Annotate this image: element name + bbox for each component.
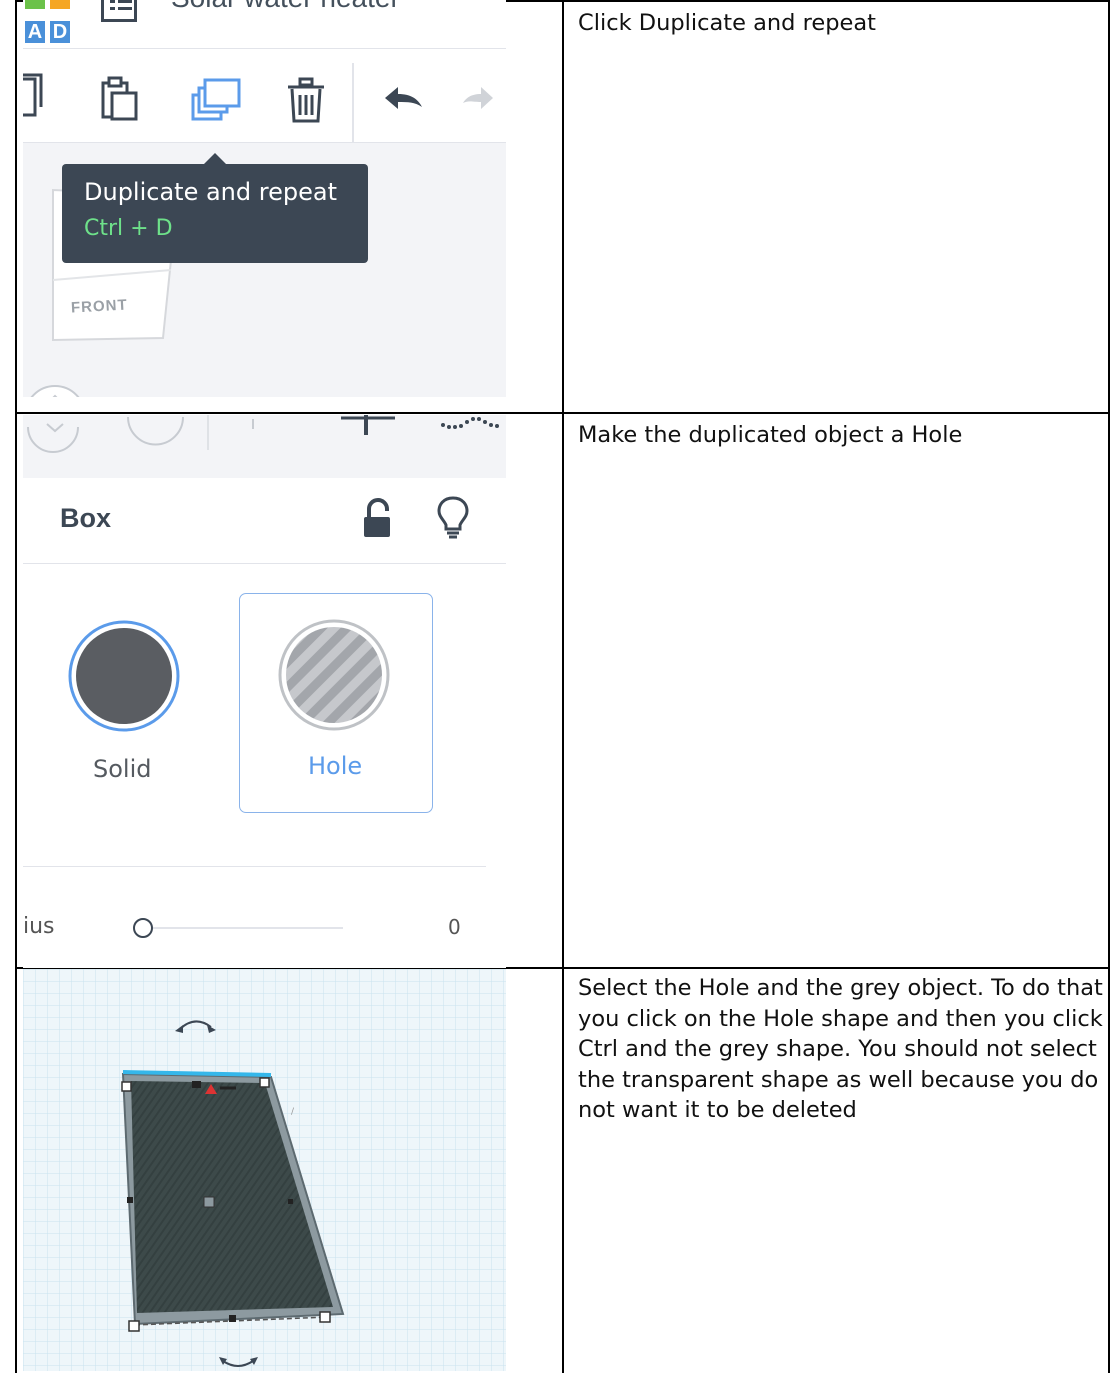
copy-icon[interactable] <box>23 73 43 117</box>
view-cube-label: FRONT <box>70 296 129 317</box>
logo-tile: D <box>50 21 70 43</box>
resize-handle[interactable] <box>121 1081 132 1092</box>
resize-handle[interactable] <box>259 1077 270 1088</box>
design-title[interactable]: Solar water heater <box>171 0 400 14</box>
hole-label: Hole <box>308 752 363 780</box>
edge-handle[interactable] <box>192 1081 201 1088</box>
header-divider <box>23 563 506 564</box>
resize-handle[interactable] <box>319 1311 331 1323</box>
zoom-in-icon[interactable] <box>27 423 79 453</box>
duplicate-icon[interactable] <box>191 78 241 121</box>
step-2-instruction: Make the duplicated object a Hole <box>578 422 963 448</box>
solid-swatch-icon <box>68 620 180 732</box>
view-controls-strip <box>23 415 506 478</box>
logo-tile <box>25 0 45 9</box>
logo-tile: A <box>25 21 45 43</box>
step-3-instruction: Select the Hole and the grey object. To … <box>578 975 1103 1123</box>
tooltip-shortcut: Ctrl + D <box>84 216 173 241</box>
radius-slider[interactable] <box>131 913 361 943</box>
undo-icon[interactable] <box>385 87 422 109</box>
table-border-left <box>15 0 17 1373</box>
resize-handle[interactable] <box>128 1320 140 1332</box>
section-divider <box>23 866 486 867</box>
center-handle[interactable] <box>203 1196 215 1208</box>
tooltip-arrow <box>204 153 226 164</box>
slider-thumb[interactable] <box>133 918 153 938</box>
tinkercad-logo: A D <box>23 0 75 46</box>
radius-label: ius <box>23 914 55 939</box>
edge-handle[interactable] <box>288 1199 293 1204</box>
design-list-icon[interactable] <box>101 0 137 22</box>
shape-name: Box <box>60 503 112 533</box>
paste-icon[interactable] <box>101 76 138 121</box>
solid-label: Solid <box>93 755 152 783</box>
redo-icon[interactable] <box>463 87 493 109</box>
table-border-middle <box>562 0 564 1373</box>
radius-value[interactable]: 0 <box>448 915 461 939</box>
hole-swatch-icon <box>278 619 390 731</box>
home-view-icon[interactable] <box>23 380 83 397</box>
zoom-out-icon[interactable] <box>127 416 184 446</box>
app-titlebar: A D Solar water heater <box>23 0 506 49</box>
screenshot-shape-inspector: Box Solid Hole ius 0 <box>23 415 506 968</box>
unlock-icon[interactable] <box>361 497 401 542</box>
screenshot-duplicate: A D Solar water heater <box>23 0 506 397</box>
hole-option[interactable]: Hole <box>239 593 433 813</box>
trash-icon[interactable] <box>288 77 324 123</box>
solid-option[interactable]: Solid <box>63 620 188 800</box>
ruler-icon[interactable] <box>441 417 499 429</box>
edge-handle[interactable] <box>127 1197 133 1203</box>
logo-tile <box>50 0 70 9</box>
step-1-instruction: Click Duplicate and repeat <box>578 10 876 36</box>
edit-toolbar <box>23 49 506 143</box>
screenshot-workplane: / <box>23 969 506 1371</box>
align-icon[interactable] <box>341 415 395 435</box>
table-row-divider <box>15 412 1110 414</box>
lightbulb-icon[interactable] <box>436 495 476 540</box>
duplicate-tooltip: Duplicate and repeat Ctrl + D <box>62 164 368 263</box>
tooltip-label: Duplicate and repeat <box>84 178 337 206</box>
edge-handle[interactable] <box>229 1315 236 1322</box>
